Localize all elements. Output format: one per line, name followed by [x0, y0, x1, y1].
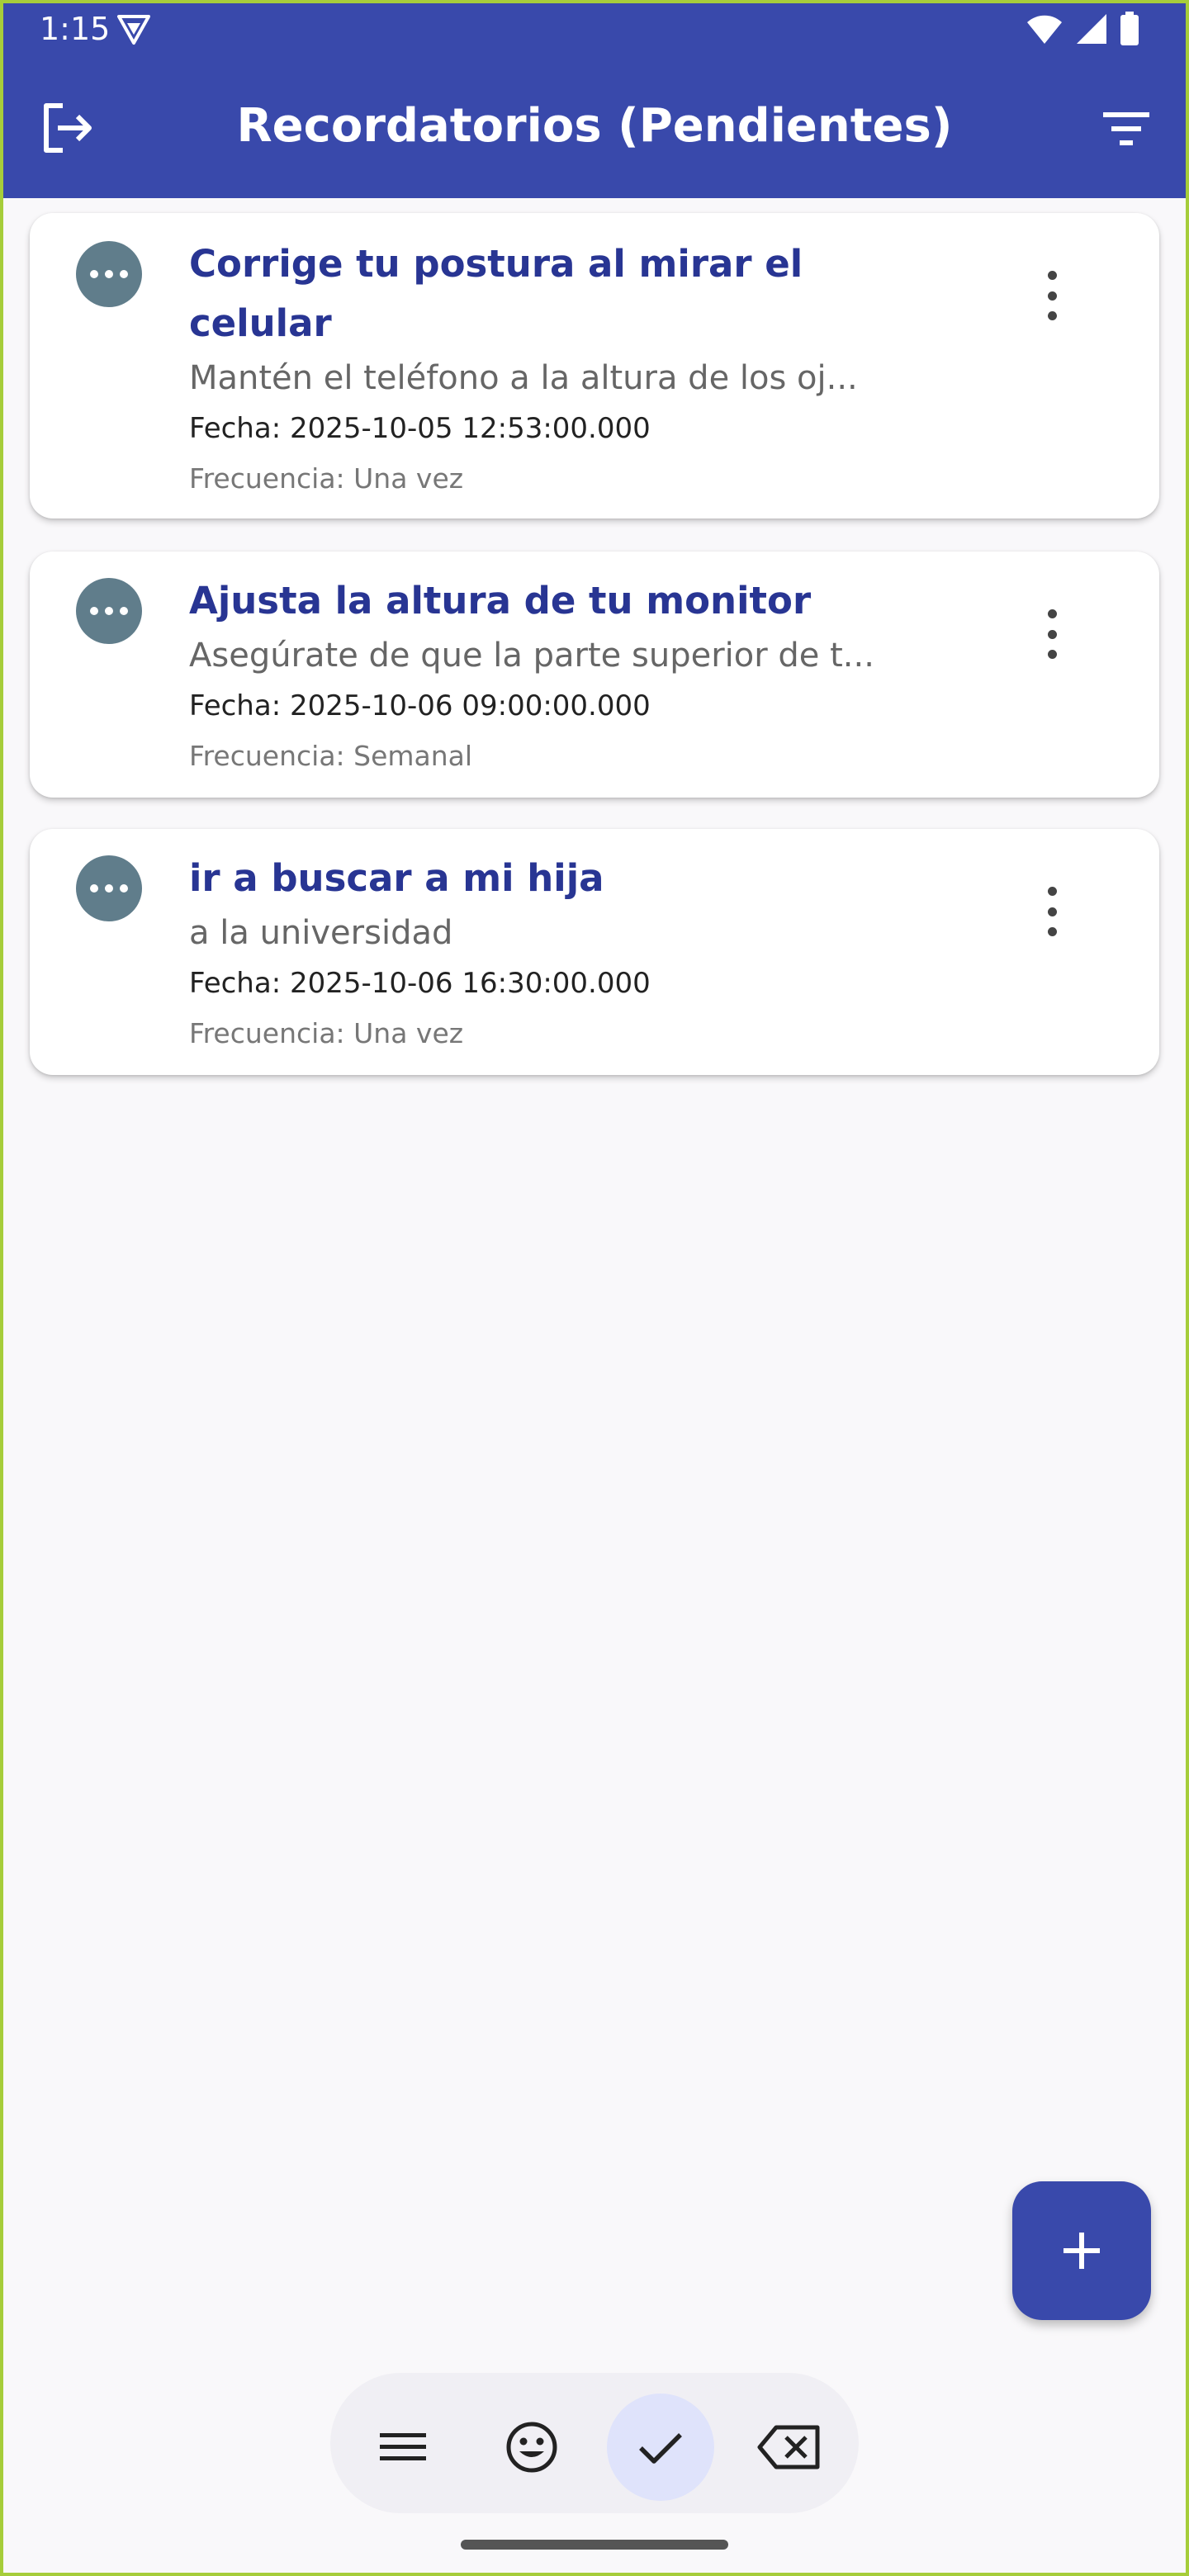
- app-header: 1:15 Recordatorios (Pendientes): [0, 0, 1189, 198]
- nav-deleted-button[interactable]: [736, 2394, 843, 2501]
- more-options-avatar-icon: [76, 855, 142, 921]
- check-icon: [639, 2433, 682, 2464]
- nav-mood-button[interactable]: [478, 2394, 585, 2501]
- status-icons: [1026, 12, 1139, 46]
- reminder-card[interactable]: ir a buscar a mi hija a la universidad F…: [30, 829, 1159, 1075]
- reminder-card[interactable]: Ajusta la altura de tu monitor Asegúrate…: [30, 552, 1159, 798]
- smile-icon: [506, 2422, 557, 2473]
- more-options-avatar-icon: [76, 578, 142, 644]
- nav-menu-button[interactable]: [349, 2394, 457, 2501]
- page-title: Recordatorios (Pendientes): [236, 99, 953, 153]
- reminder-date: Fecha: 2025-10-05 12:53:00.000: [189, 412, 651, 445]
- reminder-description: Mantén el teléfono a la altura de los oj…: [189, 359, 858, 397]
- status-time: 1:15: [40, 11, 111, 47]
- reminder-frequency: Frecuencia: Una vez: [189, 1017, 464, 1049]
- signal-icon: [1077, 14, 1106, 44]
- filter-icon[interactable]: [1100, 106, 1153, 152]
- home-indicator[interactable]: [461, 2540, 728, 2550]
- vpn-shield-icon: [117, 15, 150, 45]
- plus-icon: [1063, 2233, 1100, 2269]
- reminder-title: ir a buscar a mi hija: [189, 856, 604, 900]
- more-vert-icon[interactable]: [1044, 609, 1060, 659]
- menu-icon: [380, 2433, 426, 2460]
- reminder-title-continued: celular: [189, 301, 332, 345]
- reminder-content: Ajusta la altura de tu monitor Asegúrate…: [189, 571, 965, 781]
- reminder-content: ir a buscar a mi hija a la universidad F…: [189, 849, 965, 1058]
- reminder-title: Ajusta la altura de tu monitor: [189, 579, 812, 623]
- reminder-frequency: Frecuencia: Semanal: [189, 740, 473, 772]
- reminder-frequency: Frecuencia: Una vez: [189, 462, 464, 495]
- wifi-icon: [1027, 15, 1062, 44]
- reminder-title: Corrige tu postura al mirar el: [189, 242, 803, 286]
- reminder-content: Corrige tu postura al mirar el celular M…: [189, 234, 965, 504]
- nav-pending-button[interactable]: [607, 2394, 714, 2501]
- add-reminder-button[interactable]: [1012, 2181, 1151, 2320]
- more-vert-icon[interactable]: [1044, 887, 1060, 936]
- more-vert-icon[interactable]: [1044, 271, 1060, 320]
- reminder-description: a la universidad: [189, 914, 453, 952]
- backspace-icon: [757, 2425, 820, 2469]
- more-options-avatar-icon: [76, 241, 142, 307]
- bottom-navigation: [330, 2373, 859, 2513]
- reminder-description: Asegúrate de que la parte superior de t.…: [189, 637, 874, 675]
- reminder-date: Fecha: 2025-10-06 16:30:00.000: [189, 967, 651, 1000]
- reminder-date: Fecha: 2025-10-06 09:00:00.000: [189, 689, 651, 722]
- battery-icon: [1120, 12, 1139, 45]
- reminder-card[interactable]: Corrige tu postura al mirar el celular M…: [30, 213, 1159, 519]
